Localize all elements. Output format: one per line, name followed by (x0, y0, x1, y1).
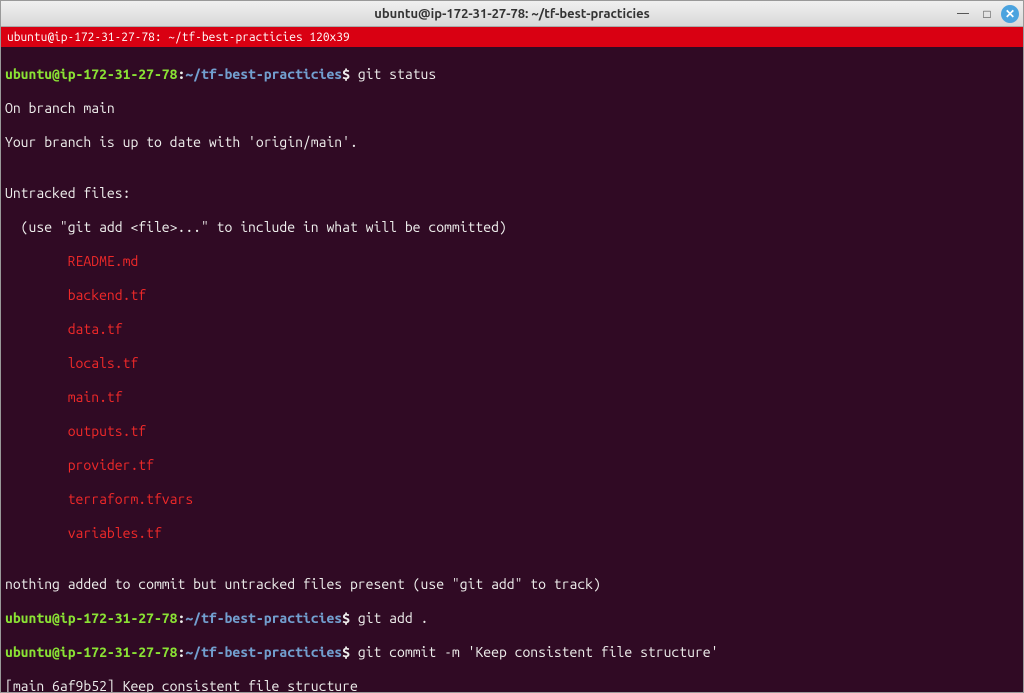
prompt-path: ~/tf-best-practicies (185, 610, 342, 626)
untracked-file: locals.tf (5, 355, 1019, 372)
command-git-commit: git commit -m 'Keep consistent file stru… (350, 644, 718, 660)
untracked-file: terraform.tfvars (5, 491, 1019, 508)
prompt-dollar: $ (342, 610, 350, 626)
untracked-file: variables.tf (5, 525, 1019, 542)
terminal-tab[interactable]: ubuntu@ip-172-31-27-78: ~/tf-best-practi… (7, 31, 350, 44)
prompt-user: ubuntu@ip-172-31-27-78 (5, 610, 177, 626)
output-line: Your branch is up to date with 'origin/m… (5, 134, 1019, 151)
output-line: [main 6af9b52] Keep consistent file stru… (5, 678, 1019, 692)
window-title: ubuntu@ip-172-31-27-78: ~/tf-best-practi… (374, 7, 650, 21)
untracked-file: provider.tf (5, 457, 1019, 474)
untracked-file: main.tf (5, 389, 1019, 406)
tab-strip: ubuntu@ip-172-31-27-78: ~/tf-best-practi… (1, 27, 1023, 47)
terminal-window: ubuntu@ip-172-31-27-78: ~/tf-best-practi… (0, 0, 1024, 693)
maximize-button[interactable]: □ (977, 4, 997, 24)
terminal-body[interactable]: ubuntu@ip-172-31-27-78:~/tf-best-practic… (1, 47, 1023, 692)
output-line: On branch main (5, 100, 1019, 117)
prompt-user: ubuntu@ip-172-31-27-78 (5, 644, 177, 660)
untracked-file: README.md (5, 253, 1019, 270)
output-line: Untracked files: (5, 185, 1019, 202)
output-line: nothing added to commit but untracked fi… (5, 576, 1019, 593)
command-git-status: git status (350, 66, 436, 82)
close-button[interactable]: ✕ (1001, 5, 1019, 23)
untracked-file: data.tf (5, 321, 1019, 338)
prompt-path: ~/tf-best-practicies (185, 644, 342, 660)
command-git-add: git add . (350, 610, 428, 626)
prompt-path: ~/tf-best-practicies (185, 66, 342, 82)
minimize-button[interactable]: — (953, 4, 973, 24)
untracked-file: outputs.tf (5, 423, 1019, 440)
titlebar[interactable]: ubuntu@ip-172-31-27-78: ~/tf-best-practi… (1, 1, 1023, 27)
untracked-file: backend.tf (5, 287, 1019, 304)
output-line: (use "git add <file>..." to include in w… (5, 219, 1019, 236)
prompt-dollar: $ (342, 66, 350, 82)
prompt-user: ubuntu@ip-172-31-27-78 (5, 66, 177, 82)
window-controls: — □ ✕ (953, 4, 1019, 24)
prompt-dollar: $ (342, 644, 350, 660)
